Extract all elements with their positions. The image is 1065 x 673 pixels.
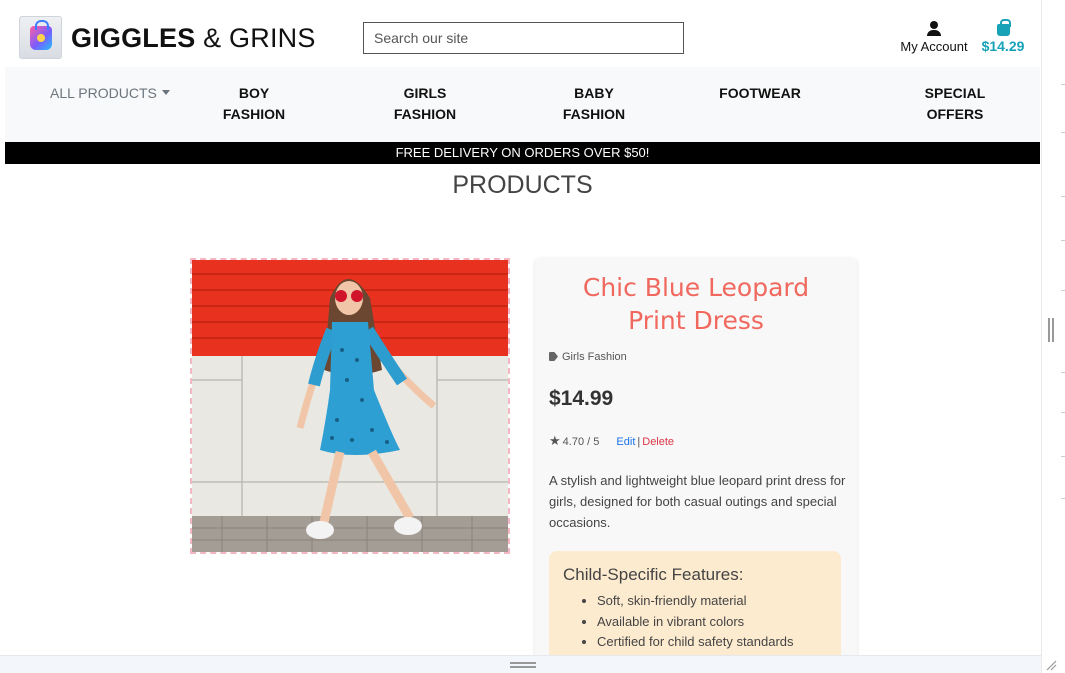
product-photo <box>192 260 508 552</box>
rail-tick <box>1061 498 1065 499</box>
person-icon <box>927 21 941 36</box>
link-separator: | <box>637 436 641 448</box>
rail-tick <box>1061 132 1065 133</box>
caret-down-icon <box>161 90 170 95</box>
rail-tick <box>1061 290 1065 291</box>
rail-tick <box>1061 412 1065 413</box>
browser-frame: GIGGLES & GRINS My Account $14.29 ALL PR… <box>0 0 1065 673</box>
resize-corner-icon[interactable] <box>1045 659 1057 671</box>
edit-link[interactable]: Edit <box>616 436 635 448</box>
nav-girls-fashion[interactable]: GIRLS FASHION <box>393 83 457 125</box>
rail-tick <box>1061 372 1065 373</box>
feature-item: Certified for child safety standards <box>597 632 827 653</box>
top-header: GIGGLES & GRINS My Account $14.29 <box>5 5 1040 67</box>
star-icon: ★ <box>549 433 561 448</box>
product-category[interactable]: Girls Fashion <box>549 351 627 363</box>
feature-item: Soft, skin-friendly material <box>597 591 827 612</box>
nav-boy-fashion[interactable]: BOY FASHION <box>222 83 286 125</box>
main-nav: ALL PRODUCTS BOY FASHION GIRLS FASHION BAB… <box>5 67 1040 142</box>
brand-name[interactable]: GIGGLES & GRINS <box>71 23 316 54</box>
features-box: Child-Specific Features: Soft, skin-frie… <box>549 551 841 655</box>
account-label: My Account <box>900 39 968 54</box>
nav-baby-fashion[interactable]: BABY FASHION <box>562 83 626 125</box>
product-title: Chic Blue Leopard Print Dress <box>582 273 810 335</box>
delete-link[interactable]: Delete <box>642 436 674 448</box>
features-list: Soft, skin-friendly material Available i… <box>563 591 827 653</box>
product-description: A stylish and lightweight blue leopard p… <box>549 473 846 530</box>
feature-item: Available in vibrant colors <box>597 612 827 633</box>
rail-tick <box>1061 84 1065 85</box>
brand-logo-icon[interactable] <box>19 16 62 59</box>
features-title: Child-Specific Features: <box>563 565 744 584</box>
cart-total: $14.29 <box>981 38 1025 54</box>
promo-banner: FREE DELIVERY ON ORDERS OVER $50! <box>5 142 1040 164</box>
cart-link[interactable]: $14.29 <box>978 19 1028 54</box>
page-title: PRODUCTS <box>452 171 593 199</box>
my-account-link[interactable]: My Account <box>896 21 972 54</box>
rail-tick <box>1061 196 1065 197</box>
vertical-resize-grip-icon[interactable] <box>1048 318 1054 342</box>
website: GIGGLES & GRINS My Account $14.29 ALL PR… <box>5 5 1040 655</box>
product-info-card: Chic Blue Leopard Print Dress Girls Fashi… <box>535 258 857 655</box>
rail-tick <box>1061 240 1065 241</box>
shopping-bag-icon <box>996 19 1011 36</box>
rail-tick <box>1061 456 1065 457</box>
all-products-dropdown[interactable]: ALL PRODUCTS <box>50 85 170 101</box>
nav-special-offers[interactable]: SPECIAL OFFERS <box>921 83 989 125</box>
horizontal-resize-grip-icon[interactable] <box>510 662 536 668</box>
product-image <box>190 258 510 554</box>
nav-footwear[interactable]: FOOTWEAR <box>715 83 805 104</box>
tag-icon <box>549 352 558 361</box>
product-price: $14.99 <box>549 387 614 410</box>
search-input[interactable] <box>363 22 684 54</box>
product-rating: ★ 4.70 / 5 Edit | Delete <box>549 433 675 448</box>
